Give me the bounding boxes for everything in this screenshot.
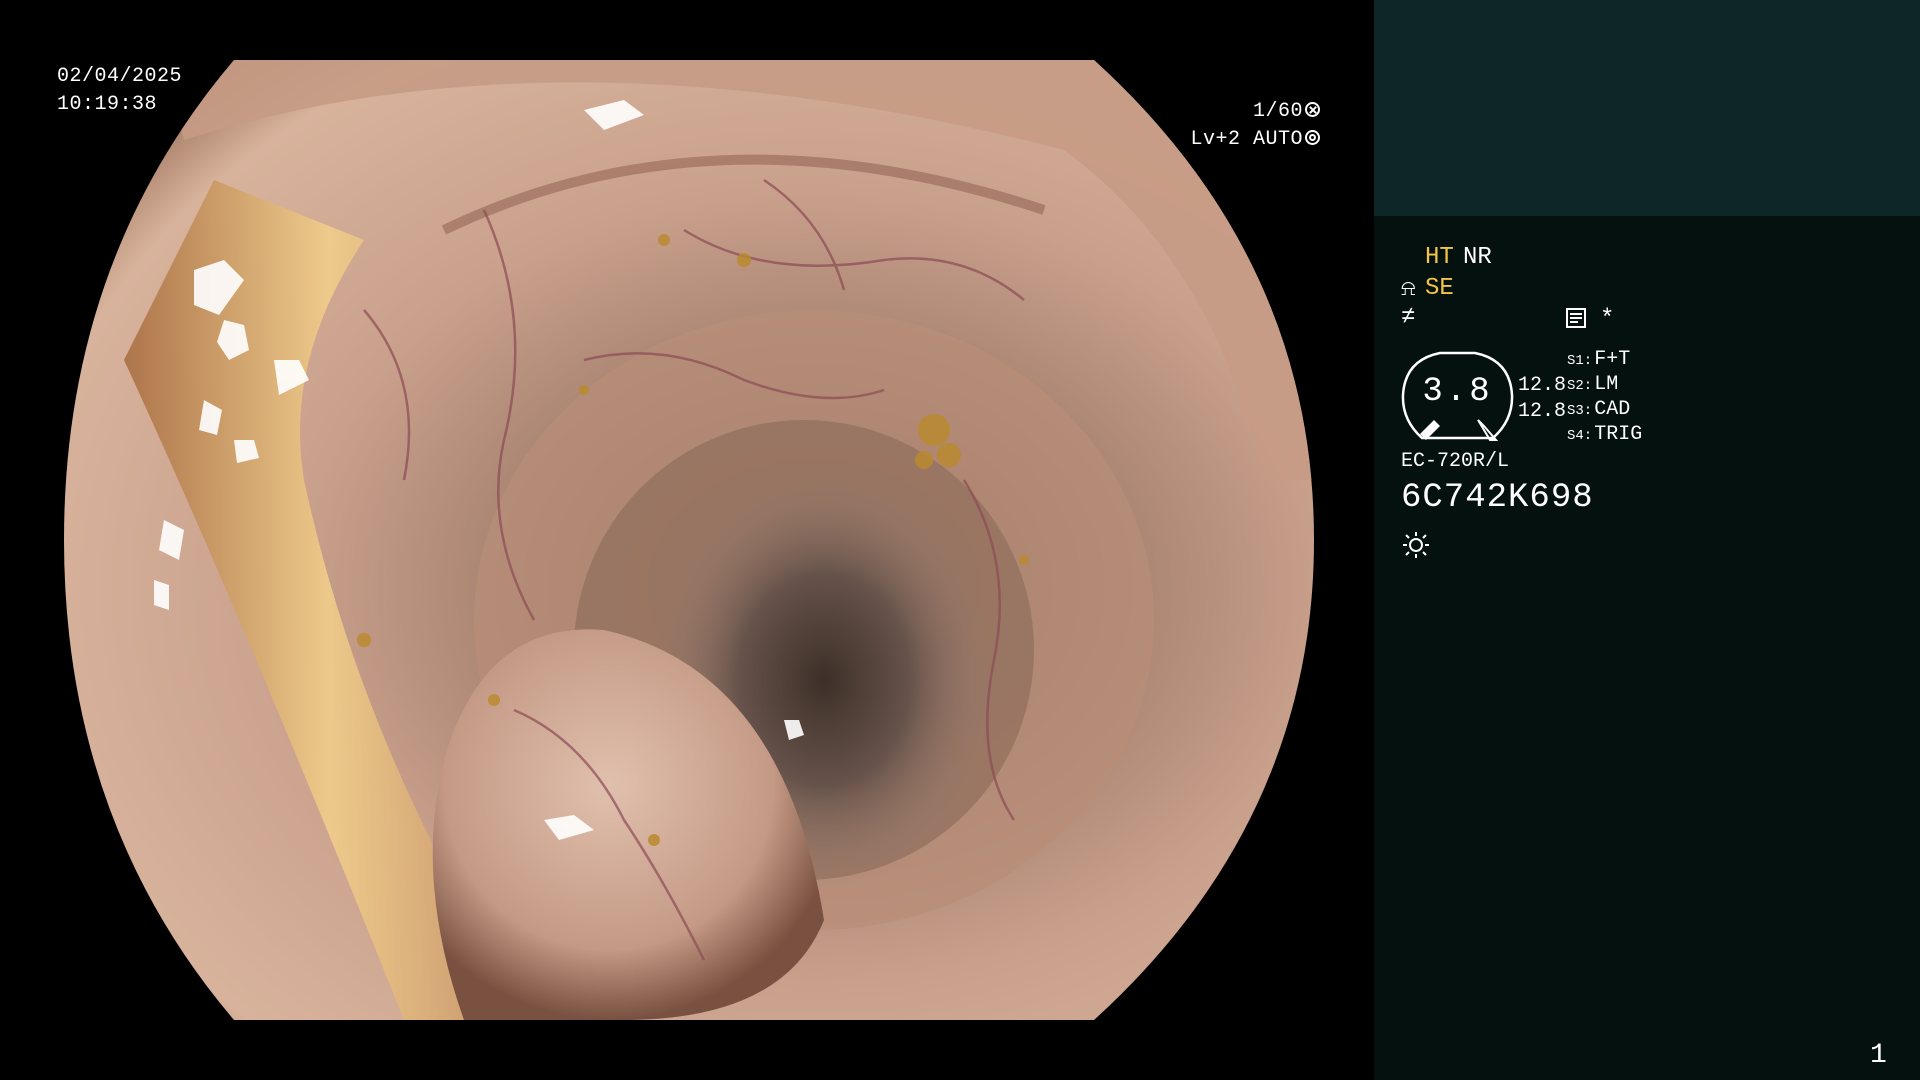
switch-2: S2: LM — [1567, 373, 1618, 398]
date-time-readout: 02/04/2025 10:19:38 — [57, 63, 182, 119]
exposure-readout: 1/60 Lv+2 AUTO — [1150, 98, 1320, 154]
switch-label: TRIG — [1594, 423, 1643, 446]
memo-icon — [1566, 308, 1586, 328]
level-line: Lv+2 AUTO — [1150, 126, 1320, 154]
ht-indicator: HT — [1425, 244, 1454, 271]
asterisk-indicator: * — [1600, 306, 1615, 333]
gauge-value: 3.8 — [1422, 373, 1493, 411]
endoscopy-screen: 02/04/2025 10:19:38 1/60 Lv+2 AUTO HT NR… — [0, 0, 1920, 1080]
scope-serial: 6C742K698 — [1401, 479, 1594, 517]
switch-label: CAD — [1594, 398, 1631, 421]
se-indicator: SE — [1425, 275, 1454, 302]
scope-model: EC-720R/L — [1401, 450, 1510, 473]
switch-key: S3: — [1567, 403, 1593, 419]
nr-indicator: NR — [1463, 244, 1492, 271]
switch-label: LM — [1594, 373, 1619, 396]
readout-1: 12.8 — [1518, 374, 1567, 397]
sun-icon — [1403, 532, 1429, 558]
endoscope-image — [64, 60, 1314, 1020]
page-number: 1 — [1870, 1040, 1887, 1071]
switch-label: F+T — [1594, 348, 1631, 371]
shutter-line: 1/60 — [1150, 98, 1320, 126]
time-text: 10:19:38 — [57, 93, 158, 116]
switch-4: S4: TRIG — [1567, 423, 1642, 448]
switch-key: S2: — [1567, 378, 1593, 394]
structure-enhance-icon: ⍾ — [1401, 277, 1416, 302]
iris-ring-icon — [1305, 130, 1320, 145]
switch-1: S1: F+T — [1567, 348, 1630, 373]
aperture-cross-icon — [1305, 102, 1320, 117]
panel-header-area — [1374, 0, 1920, 216]
shutter-text: 1/60 — [1252, 100, 1303, 123]
color-mode-icon: ≠ — [1401, 304, 1416, 331]
readout-2: 12.8 — [1518, 400, 1567, 423]
info-panel — [1374, 216, 1920, 1080]
switch-key: S1: — [1567, 353, 1593, 369]
switch-3: S3: CAD — [1567, 398, 1630, 423]
date-text: 02/04/2025 — [57, 65, 183, 88]
colon-lumen-image — [64, 60, 1314, 1020]
switch-key: S4: — [1567, 428, 1593, 444]
level-text: Lv+2 AUTO — [1190, 128, 1303, 151]
